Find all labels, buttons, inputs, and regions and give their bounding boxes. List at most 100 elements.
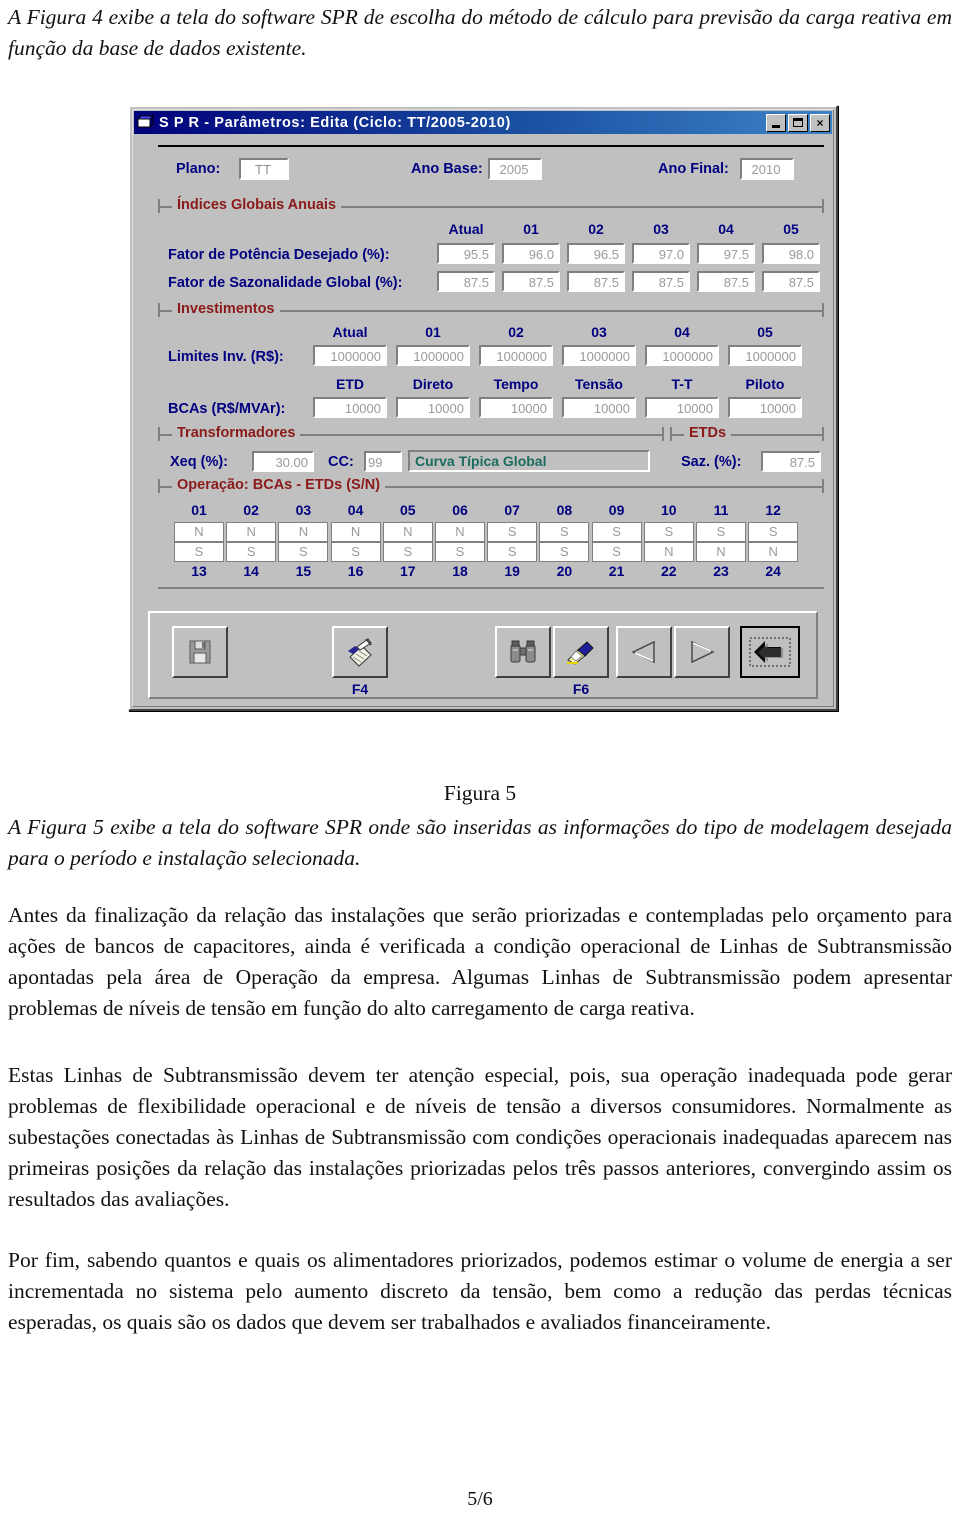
next-button[interactable] — [674, 626, 730, 678]
hour-header-24: 24 — [765, 563, 781, 579]
body-paragraph-1-text: Antes da finalização da relação das inst… — [8, 903, 952, 1020]
bca-col-tensao: Tensão — [575, 376, 623, 392]
bcas-tempo[interactable]: 10000 — [479, 397, 553, 418]
hour-cell-20[interactable]: S — [539, 542, 590, 562]
col-header-02: 02 — [588, 221, 604, 237]
pencil-notepad-icon — [348, 638, 372, 667]
group-tick-right — [822, 199, 824, 213]
investimentos-group: Investimentos — [158, 301, 824, 321]
find-button[interactable] — [495, 626, 551, 678]
hour-cell-15[interactable]: S — [278, 542, 329, 562]
fator-sazonalidade-02[interactable]: 87.5 — [567, 271, 625, 292]
dialog-titlebar[interactable]: S P R - Parâmetros: Edita (Ciclo: TT/200… — [134, 111, 832, 134]
paint-button[interactable] — [553, 626, 609, 678]
hour-cell-21[interactable]: S — [591, 542, 642, 562]
curva-tipica-field[interactable]: Curva Típica Global — [408, 450, 650, 472]
fator-potencia-04[interactable]: 97.5 — [697, 243, 755, 264]
bcas-etd[interactable]: 10000 — [313, 397, 387, 418]
hour-header-11: 11 — [713, 502, 729, 518]
bcas-piloto[interactable]: 10000 — [728, 397, 802, 418]
inv-col-03: 03 — [591, 324, 607, 340]
transformadores-group: Transformadores — [158, 425, 664, 445]
hour-cell-16[interactable]: S — [330, 542, 381, 562]
minimize-button[interactable] — [766, 113, 786, 132]
fator-potencia-atual[interactable]: 95.5 — [437, 243, 495, 264]
cc-label: CC: — [328, 454, 354, 470]
binoculars-icon — [510, 640, 536, 663]
hour-cell-08[interactable]: S — [539, 522, 590, 542]
saz-field[interactable]: 87.5 — [761, 451, 821, 472]
hour-header-16: 16 — [347, 563, 364, 579]
hour-cell-09[interactable]: S — [591, 522, 642, 542]
intro-paragraph-text: A Figura 4 exibe a tela do software SPR … — [8, 5, 952, 60]
plano-field[interactable]: TT — [239, 158, 289, 180]
inv-col-05: 05 — [757, 324, 773, 340]
group-tick-right — [662, 427, 664, 441]
hour-cell-22[interactable]: N — [643, 542, 694, 562]
edit-button[interactable] — [332, 626, 388, 678]
exit-button[interactable] — [740, 626, 800, 678]
fator-potencia-01[interactable]: 96.0 — [502, 243, 560, 264]
hour-cell-10[interactable]: S — [643, 522, 694, 542]
previous-button[interactable] — [616, 626, 672, 678]
hour-header-03: 03 — [295, 502, 312, 518]
body-paragraph-2: Estas Linhas de Subtransmissão devem ter… — [8, 1060, 952, 1215]
inv-col-01: 01 — [425, 324, 441, 340]
cc-field[interactable]: 99 — [364, 451, 402, 472]
maximize-button[interactable] — [788, 113, 808, 132]
inv-col-04: 04 — [674, 324, 690, 340]
fator-sazonalidade-atual[interactable]: 87.5 — [437, 271, 495, 292]
limites-inv-01[interactable]: 1000000 — [396, 345, 470, 366]
hour-header-06: 06 — [452, 502, 468, 518]
fator-sazonalidade-05[interactable]: 87.5 — [762, 271, 820, 292]
hour-cell-02[interactable]: N — [226, 522, 277, 542]
ano-base-field[interactable]: 2005 — [488, 158, 542, 180]
bca-col-tt: T-T — [671, 376, 693, 392]
hour-cell-11[interactable]: S — [696, 522, 746, 542]
limites-inv-05[interactable]: 1000000 — [728, 345, 802, 366]
hour-cell-07[interactable]: S — [487, 522, 538, 542]
hour-cell-19[interactable]: S — [487, 542, 538, 562]
bcas-direto[interactable]: 10000 — [396, 397, 470, 418]
close-button[interactable]: × — [810, 113, 830, 132]
xeq-field[interactable]: 30.00 — [252, 451, 314, 472]
bcas-tensao[interactable]: 10000 — [562, 397, 636, 418]
fator-sazonalidade-01[interactable]: 87.5 — [502, 271, 560, 292]
limites-inv-03[interactable]: 1000000 — [562, 345, 636, 366]
limites-inv-04[interactable]: 1000000 — [645, 345, 719, 366]
document-page: A Figura 4 exibe a tela do software SPR … — [0, 0, 960, 1517]
window-controls[interactable]: × — [766, 113, 830, 132]
floppy-disk-icon — [189, 640, 211, 664]
save-button[interactable] — [172, 626, 228, 678]
fator-potencia-05[interactable]: 98.0 — [762, 243, 820, 264]
limites-inv-atual[interactable]: 1000000 — [313, 345, 387, 366]
limites-inv-02[interactable]: 1000000 — [479, 345, 553, 366]
hour-cell-17[interactable]: S — [382, 542, 433, 562]
hour-cell-23[interactable]: N — [696, 542, 746, 562]
hour-cell-04[interactable]: N — [330, 522, 381, 542]
fator-potencia-02[interactable]: 96.5 — [567, 243, 625, 264]
group-tick-left — [670, 427, 672, 441]
header-divider — [158, 145, 824, 147]
hour-cell-03[interactable]: N — [278, 522, 329, 542]
hour-cell-24[interactable]: N — [748, 542, 799, 562]
spr-parameters-dialog[interactable]: S P R - Parâmetros: Edita (Ciclo: TT/200… — [128, 105, 838, 711]
dialog-toolbar: F4 F6 — [148, 611, 818, 699]
group-tick-right — [822, 479, 824, 493]
hour-cell-01[interactable]: N — [174, 522, 224, 542]
hour-cell-13[interactable]: S — [174, 542, 224, 562]
hour-header-22: 22 — [661, 563, 677, 579]
hour-cell-05[interactable]: N — [382, 522, 433, 542]
bcas-tt[interactable]: 10000 — [645, 397, 719, 418]
ano-final-field[interactable]: 2010 — [740, 158, 794, 180]
hour-cell-14[interactable]: S — [226, 542, 277, 562]
hour-header-12: 12 — [765, 502, 781, 518]
fator-sazonalidade-04[interactable]: 87.5 — [697, 271, 755, 292]
fator-sazonalidade-03[interactable]: 87.5 — [632, 271, 690, 292]
hour-cell-06[interactable]: N — [435, 522, 485, 542]
fator-potencia-03[interactable]: 97.0 — [632, 243, 690, 264]
hour-cell-12[interactable]: S — [748, 522, 799, 542]
hour-cell-18[interactable]: S — [435, 542, 485, 562]
bcas-label: BCAs (R$/MVAr): — [168, 401, 286, 417]
hour-header-20: 20 — [556, 563, 573, 579]
